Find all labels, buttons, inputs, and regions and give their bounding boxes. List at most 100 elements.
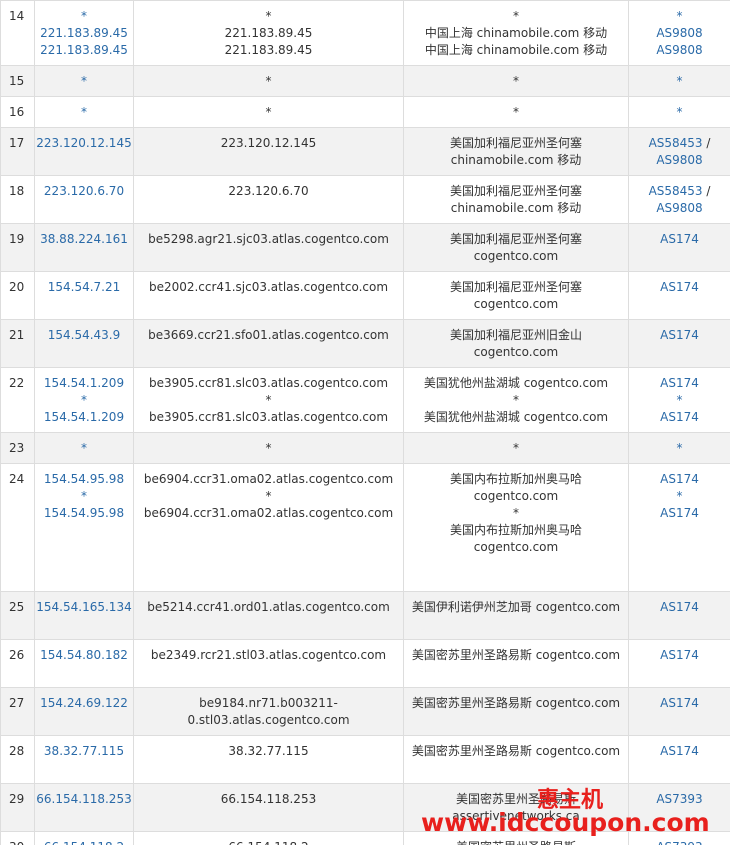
location: 美国密苏里州圣路易斯 [404,839,628,845]
as-link[interactable]: AS174 [629,409,730,426]
location-cell: * 中国上海 chinamobile.com 移动 中国上海 chinamobile… [403,0,629,66]
hop-number: 24 [0,463,35,592]
hop-number: 17 [0,127,35,176]
location: 中国上海 chinamobile.com 移动 [424,26,608,40]
as-link[interactable]: AS174 [629,327,730,344]
as-link[interactable]: AS174 [629,647,730,664]
ip-link-cell: 154.54.80.182 [34,639,134,688]
ip-link[interactable]: 154.54.43.9 [35,327,133,344]
ip-link[interactable]: 154.54.1.209 [35,375,133,392]
ip-link[interactable]: 38.88.224.161 [35,231,133,248]
hop-number: 27 [0,687,35,736]
timeout-marker: * [265,105,272,119]
as-link[interactable]: AS174 [629,599,730,616]
location: cogentco.com [473,345,559,359]
as-link[interactable]: AS174 [629,743,730,760]
as-link[interactable]: AS9808 [656,153,702,167]
location: 美国内布拉斯加州奥马哈 [449,472,582,486]
as-separator: / [702,184,711,198]
location-cell: * [403,432,629,464]
ip-link[interactable]: 154.54.7.21 [35,279,133,296]
table-row: 14 * 221.183.89.45 221.183.89.45 * 221.183.89… [0,0,730,66]
table-row: 17 223.120.12.145 223.120.12.145 美国加利福尼亚州圣何… [0,127,730,176]
ip-link[interactable]: 223.120.12.145 [35,135,133,152]
as-link-cell: AS7393 [628,831,730,845]
as-link[interactable]: AS174 [629,695,730,712]
ip-link-cell: 154.54.1.209 * 154.54.1.209 [34,367,134,433]
as-link[interactable]: AS7393 [629,791,730,808]
as-link-cell: * [628,432,730,464]
as-link-cell: AS7393 [628,783,730,832]
hostname: be3905.ccr81.slc03.atlas.cogentco.com [148,376,389,390]
as-line: AS58453 / [629,135,730,152]
timeout-marker: * [81,74,87,88]
ip-link[interactable]: 221.183.89.45 [35,25,133,42]
hostname-cell: 223.120.6.70 [133,175,404,224]
timeout-marker: * [81,393,87,407]
ip-link[interactable]: 223.120.6.70 [35,183,133,200]
hop-number: 14 [0,0,35,66]
hostname: be2349.rcr21.stl03.atlas.cogentco.com [150,648,387,662]
ip-link[interactable]: 154.24.69.122 [35,695,133,712]
table-row: 21 154.54.43.9 be3669.ccr21.sfo01.atlas.co… [0,319,730,368]
location: assertivenetworks.ca [452,809,580,823]
as-link[interactable]: AS174 [629,505,730,522]
ip-link-cell: 154.24.69.122 [34,687,134,736]
as-link[interactable]: AS58453 [649,184,703,198]
as-link[interactable]: AS174 [629,471,730,488]
ip-link-cell: * [34,65,134,97]
ip-link[interactable]: 154.54.95.98 [35,471,133,488]
ip-link[interactable]: 154.54.1.209 [35,409,133,426]
location: 美国密苏里州圣路易斯 cogentco.com [411,648,621,662]
ip-link-cell: 66.154.118.253 [34,783,134,832]
timeout-marker: * [81,441,87,455]
as-link[interactable]: AS7393 [629,839,730,845]
as-link-cell: AS174 [628,639,730,688]
hostname-cell: 223.120.12.145 [133,127,404,176]
as-link[interactable]: AS9808 [629,42,730,59]
location-cell: 美国密苏里州圣路易斯assertivenetworks.ca [403,831,629,845]
hostname: 223.120.12.145 [220,136,317,150]
as-link[interactable]: AS174 [629,279,730,296]
as-link[interactable]: AS9808 [656,201,702,215]
hostname-cell: be3905.ccr81.slc03.atlas.cogentco.com * be… [133,367,404,433]
location: 美国内布拉斯加州奥马哈 [449,523,582,537]
ip-link[interactable]: 154.54.95.98 [35,505,133,522]
ip-link[interactable]: 154.54.80.182 [35,647,133,664]
location-cell: 美国密苏里州圣路易斯 cogentco.com [403,687,629,736]
ip-link[interactable]: 66.154.118.253 [35,791,133,808]
table-row: 28 38.32.77.115 38.32.77.115 美国密苏里州圣路易斯 cog… [0,735,730,784]
ip-link-cell: 154.54.95.98 * 154.54.95.98 [34,463,134,592]
as-link[interactable]: AS58453 [649,136,703,150]
table-row: 27 154.24.69.122 be9184.nr71.b003211- 0.stl… [0,687,730,736]
location-cell: 美国密苏里州圣路易斯 cogentco.com [403,639,629,688]
timeout-marker: * [265,489,272,503]
location-cell: 美国伊利诺伊州芝加哥 cogentco.com [403,591,629,640]
hostname: be5298.agr21.sjc03.atlas.cogentco.com [148,232,389,246]
ip-link[interactable]: 66.154.118.2 [35,839,133,845]
as-link-cell: * [628,65,730,97]
as-cell: AS58453 /AS9808 [628,175,730,224]
as-link[interactable]: AS174 [629,231,730,248]
timeout-marker: * [265,74,272,88]
timeout-marker: * [513,506,519,520]
location: 美国犹他州盐湖城 cogentco.com [423,376,609,390]
as-link[interactable]: AS174 [629,375,730,392]
table-row: 26 154.54.80.182 be2349.rcr21.stl03.atlas.… [0,639,730,688]
ip-link[interactable]: 154.54.165.134 [35,599,133,616]
hostname-cell: * [133,96,404,128]
ip-link[interactable]: 221.183.89.45 [35,42,133,59]
traceroute-body: 14 * 221.183.89.45 221.183.89.45 * 221.183.89… [0,0,730,845]
as-link[interactable]: AS9808 [629,25,730,42]
table-row: 25 154.54.165.134 be5214.ccr41.ord01.atlas… [0,591,730,640]
ip-link-cell: 38.88.224.161 [34,223,134,272]
hop-number: 19 [0,223,35,272]
hostname: 221.183.89.45 [224,43,313,57]
location: chinamobile.com 移动 [450,201,582,215]
as-line: AS9808 [629,200,730,217]
hostname: 223.120.6.70 [228,184,309,198]
ip-link[interactable]: 38.32.77.115 [35,743,133,760]
hop-number: 18 [0,175,35,224]
location: 中国上海 chinamobile.com 移动 [424,43,608,57]
ip-link-cell: 223.120.6.70 [34,175,134,224]
